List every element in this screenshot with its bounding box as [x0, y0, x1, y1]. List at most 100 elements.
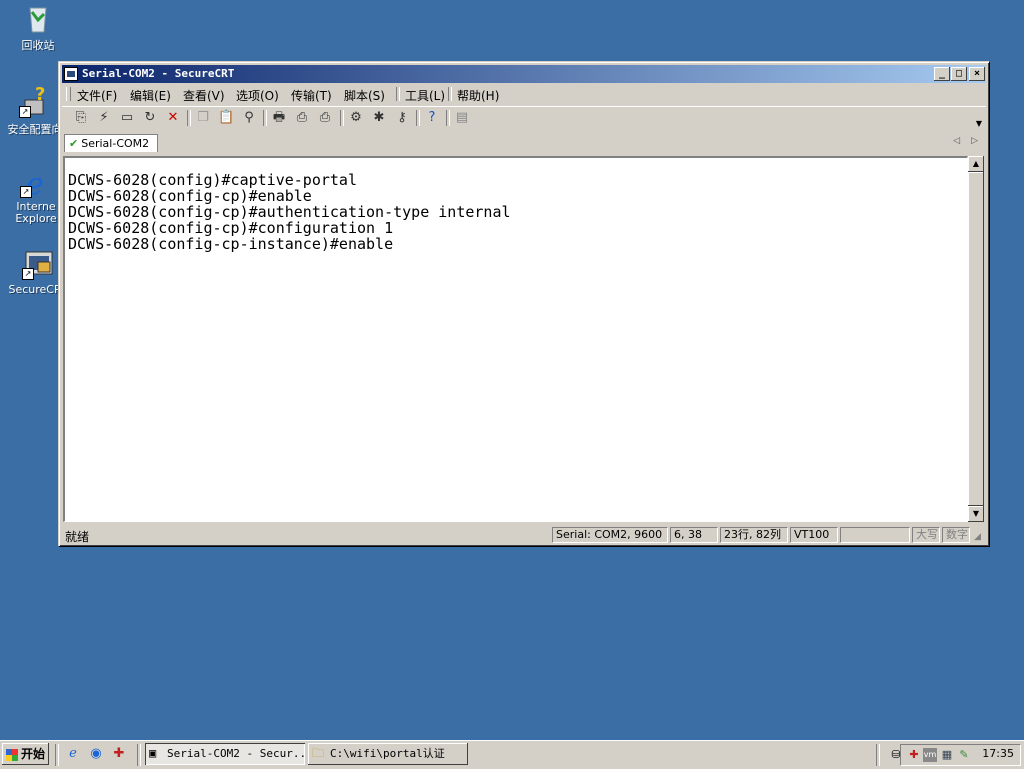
keymap-icon[interactable]: ⚷ [394, 110, 410, 126]
taskbar-button-label: Serial-COM2 - Secur... [167, 747, 305, 760]
taskbar-button-securecrt[interactable]: ▣ Serial-COM2 - Secur... [145, 743, 305, 765]
terminal-line: DCWS-6028(config)#captive-portal [68, 171, 357, 189]
toolbar: ⎘ ⚡ ▭ ↻ ✕ ❐ 📋 ⚲ 🖶 ⎙ ⎙ ⚙ ✱ ⚷ ? ▤ ▼ [62, 106, 986, 129]
global-options-icon[interactable]: ✱ [371, 110, 387, 126]
securecrt-icon: ↗ [22, 248, 54, 280]
menu-script[interactable]: 脚本(S) [344, 87, 385, 104]
copy-icon[interactable]: ❐ [195, 110, 211, 126]
securecrt-icon: ▣ [149, 746, 157, 760]
status-blank [840, 527, 910, 543]
recycle-bin-icon [22, 2, 54, 34]
desktop-icon-label: 回收站 [21, 39, 55, 52]
tray-computer-icon[interactable]: ▦ [940, 748, 954, 762]
status-bar: 就绪 Serial: COM2, 9600 6, 38 23行, 82列 VT1… [62, 526, 986, 544]
taskbar-separator [876, 744, 880, 766]
menu-edit[interactable]: 编辑(E) [130, 87, 171, 104]
svg-text:?: ? [35, 86, 45, 105]
log-icon[interactable]: ▤ [454, 110, 470, 126]
shortcut-arrow-icon: ↗ [19, 106, 31, 118]
toolbar-overflow-icon[interactable]: ▼ [976, 119, 982, 128]
start-button[interactable]: 开始 [2, 743, 49, 765]
security-config-icon: ? ↗ [19, 84, 51, 118]
reconnect-icon[interactable]: ↻ [142, 110, 158, 126]
toolbar-separator [416, 110, 420, 126]
quicklaunch-ie-icon[interactable]: e [65, 746, 81, 762]
tray-network-icon[interactable]: ⛁ [889, 748, 903, 762]
windows-logo-icon [5, 748, 18, 761]
tab-serial-com2[interactable]: ✔ Serial-COM2 [64, 134, 158, 152]
quicklaunch-browser-icon[interactable]: ◉ [88, 746, 104, 762]
menu-tools[interactable]: 工具(L) [405, 87, 445, 104]
status-num: 数字 [942, 527, 970, 543]
menu-file[interactable]: 文件(F) [77, 87, 117, 104]
toolbar-separator [187, 110, 191, 126]
menu-transfer[interactable]: 传输(T) [291, 87, 332, 104]
status-connection: Serial: COM2, 9600 [552, 527, 668, 543]
close-button[interactable]: × [969, 67, 985, 81]
find-icon[interactable]: ⚲ [241, 110, 257, 126]
desktop-icon-recycle-bin[interactable]: 回收站 [3, 2, 73, 53]
terminal-line: DCWS-6028(config-cp)#authentication-type… [68, 203, 511, 221]
start-label: 开始 [20, 747, 45, 761]
title-bar[interactable]: Serial-COM2 - SecureCRT _ □ × [62, 65, 986, 83]
scroll-down-icon[interactable]: ▼ [968, 506, 984, 522]
vertical-scrollbar[interactable]: ▲ ▼ [968, 156, 984, 522]
folder-icon: 🗀 [312, 746, 325, 760]
shortcut-arrow-icon: ↗ [20, 186, 32, 198]
tray-vm-icon[interactable]: vm [923, 748, 937, 762]
tray-app-icon[interactable]: ✚ [907, 748, 921, 762]
session-options-icon[interactable]: ⚙ [348, 110, 364, 126]
terminal-output: DCWS-6028(config)#captive-portal DCWS-602… [68, 172, 511, 252]
tab-scroll-left-icon[interactable]: ◁ [953, 136, 960, 146]
menu-view[interactable]: 查看(V) [183, 87, 225, 104]
tray-status-icon[interactable]: ✎ [957, 748, 971, 762]
tab-label: Serial-COM2 [81, 137, 150, 150]
system-tray: ⛁ ✚ vm ▦ ✎ 17:35 [891, 744, 1021, 766]
status-size: 23行, 82列 [720, 527, 788, 543]
connect-tab-icon[interactable]: ▭ [119, 110, 135, 126]
menu-options[interactable]: 选项(O) [236, 87, 279, 104]
toolbar-separator [263, 110, 267, 126]
shortcut-arrow-icon: ↗ [22, 268, 34, 280]
quicklaunch-app-icon[interactable]: ✚ [111, 746, 127, 762]
help-icon[interactable]: ? [424, 110, 440, 126]
terminal-area[interactable]: DCWS-6028(config)#captive-portal DCWS-602… [63, 156, 968, 522]
status-cursor: 6, 38 [670, 527, 718, 543]
connected-check-icon: ✔ [69, 137, 79, 150]
status-caps: 大写 [912, 527, 940, 543]
toolbar-separator [340, 110, 344, 126]
print-icon[interactable]: ⎙ [317, 110, 333, 126]
maximize-button[interactable]: □ [951, 67, 967, 81]
menu-grip [66, 87, 71, 101]
print-selection-icon[interactable]: ⎙ [294, 110, 310, 126]
quick-connect-icon[interactable]: ⚡ [96, 110, 112, 126]
minimize-button[interactable]: _ [934, 67, 950, 81]
status-ready: 就绪 [65, 530, 90, 544]
scroll-thumb[interactable] [968, 172, 984, 506]
menu-help[interactable]: 帮助(H) [457, 87, 499, 104]
securecrt-window: Serial-COM2 - SecureCRT _ □ × 文件(F) 编辑(E… [58, 61, 989, 546]
internet-explorer-icon: e ↗ [20, 166, 52, 202]
menu-separator [396, 87, 400, 101]
connect-icon[interactable]: ⎘ [73, 110, 89, 126]
scroll-up-icon[interactable]: ▲ [968, 156, 984, 172]
taskbar-button-folder[interactable]: 🗀 C:\wifi\portal认证 [308, 743, 468, 765]
print-screen-icon[interactable]: 🖶 [271, 110, 287, 126]
clock: 17:35 [982, 747, 1014, 760]
taskbar-separator [137, 744, 141, 766]
status-emulation: VT100 [790, 527, 838, 543]
terminal-line: DCWS-6028(config-cp)#configuration 1 [68, 219, 394, 237]
menu-separator [448, 87, 452, 101]
tab-scroll-right-icon[interactable]: ▷ [971, 136, 978, 146]
toolbar-separator [446, 110, 450, 126]
taskbar: 开始 e ◉ ✚ ▣ Serial-COM2 - Secur... 🗀 C:\wif… [0, 740, 1024, 769]
resize-grip-icon[interactable]: ◢ [974, 532, 986, 544]
tab-bar: ✔ Serial-COM2 ◁ ▷ [62, 132, 986, 154]
paste-icon[interactable]: 📋 [218, 110, 234, 126]
disconnect-icon[interactable]: ✕ [165, 110, 181, 126]
taskbar-separator [55, 744, 59, 766]
terminal-line: DCWS-6028(config-cp)#enable [68, 187, 312, 205]
window-title: Serial-COM2 - SecureCRT [82, 67, 235, 80]
taskbar-button-label: C:\wifi\portal认证 [330, 747, 445, 760]
app-icon[interactable] [64, 67, 78, 81]
